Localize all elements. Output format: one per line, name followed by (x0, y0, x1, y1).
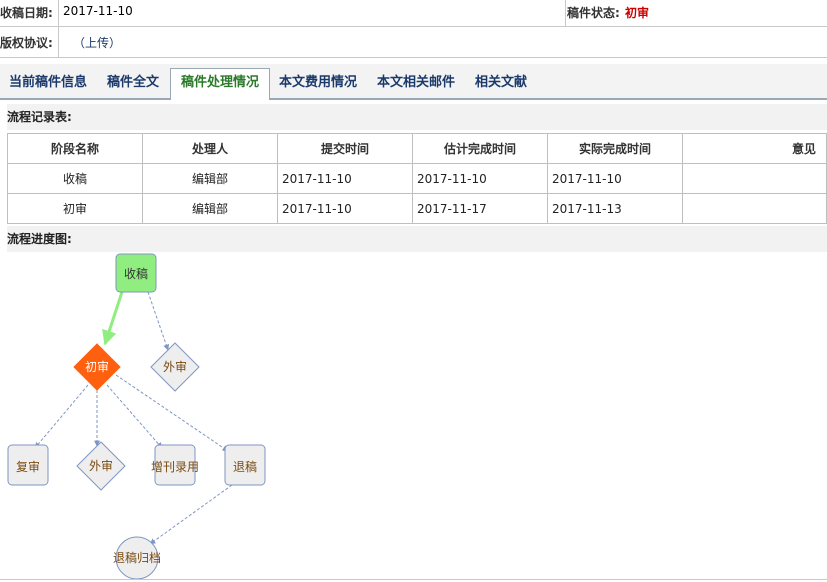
node-first-review: 初审 (73, 343, 121, 391)
node-label: 退稿归档 (113, 550, 161, 565)
node-reject: 退稿 (224, 444, 266, 486)
edge-receive-to-first-review (102, 291, 124, 346)
node-label: 外审 (163, 359, 187, 374)
bottom-border (0, 579, 827, 580)
edge-first-review-to-re-review (34, 384, 89, 449)
node-label: 增刊录用 (151, 460, 199, 474)
edge-first-review-to-supplement (106, 384, 163, 449)
node-label: 复审 (16, 459, 40, 474)
edge-reject-to-archive (149, 484, 233, 545)
node-supplement-accept: 增刊录用 (151, 444, 199, 486)
node-label: 外审 (89, 458, 113, 473)
node-external-review: 外审 (76, 441, 126, 491)
node-label: 初审 (85, 359, 109, 374)
node-receive: 收稿 (115, 253, 157, 293)
node-external-review-top: 外审 (150, 342, 200, 392)
node-re-review: 复审 (7, 444, 49, 486)
node-label: 收稿 (124, 266, 148, 281)
node-label: 退稿 (233, 459, 257, 474)
node-reject-archive: 退稿归档 (113, 536, 161, 580)
edge-receive-to-external-top (147, 291, 170, 351)
flow-graph: 收稿 初审 外审 复审 外审 增刊录用 退稿 退稿归档 (7, 253, 266, 580)
